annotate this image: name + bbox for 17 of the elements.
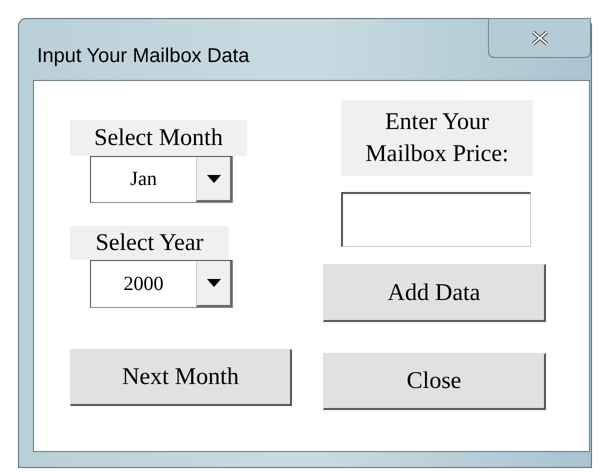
month-value: Jan bbox=[129, 167, 158, 192]
year-label: Select Year bbox=[70, 226, 229, 260]
caret-icon bbox=[206, 279, 220, 287]
next-month-button[interactable]: Next Month bbox=[70, 349, 292, 406]
close-button[interactable]: Close bbox=[323, 353, 546, 410]
price-input-field[interactable] bbox=[341, 192, 531, 247]
month-label: Select Month bbox=[70, 120, 247, 156]
window-title: Input Your Mailbox Data bbox=[37, 44, 250, 69]
caret-icon bbox=[206, 174, 220, 182]
year-value: 2000 bbox=[122, 272, 164, 297]
month-dropdown[interactable]: Jan bbox=[90, 156, 233, 203]
close-icon bbox=[530, 31, 548, 45]
dropdown-button[interactable] bbox=[196, 261, 232, 307]
price-label: Enter Your Mailbox Price: bbox=[341, 100, 533, 176]
year-dropdown[interactable]: 2000 bbox=[90, 260, 233, 308]
dropdown-button[interactable] bbox=[196, 157, 232, 202]
add-data-button[interactable]: Add Data bbox=[323, 264, 546, 322]
